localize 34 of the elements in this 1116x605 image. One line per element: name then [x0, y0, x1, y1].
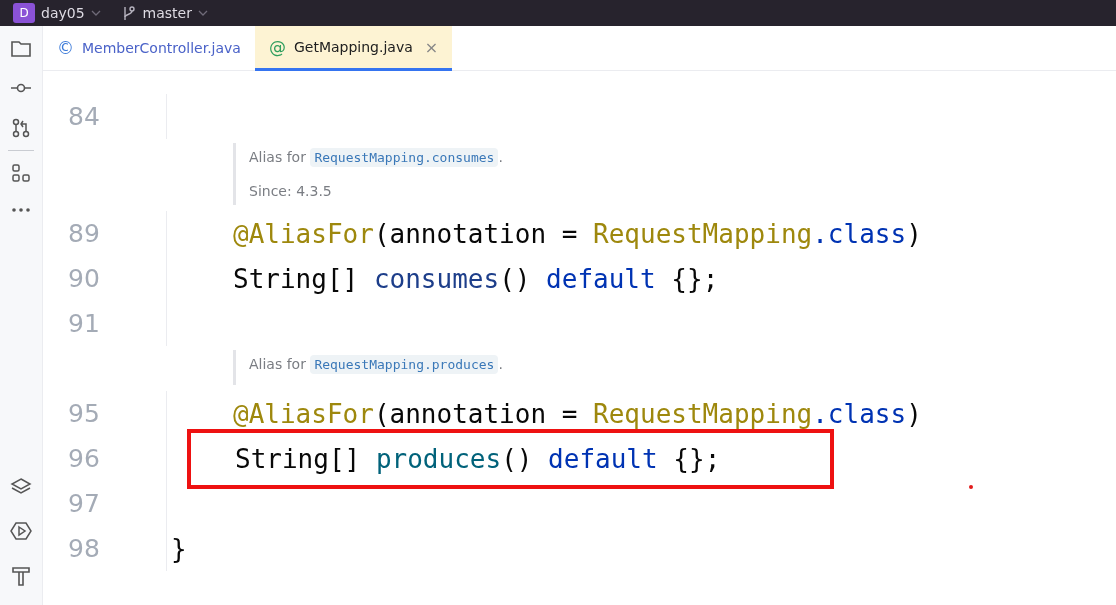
- close-icon[interactable]: ×: [424, 37, 439, 57]
- file-tab[interactable]: @ GetMapping.java ×: [254, 26, 453, 71]
- line-number: 97: [43, 481, 167, 526]
- line-number: 98: [43, 526, 167, 571]
- chevron-icon[interactable]: [197, 9, 208, 17]
- code-link[interactable]: RequestMapping.consumes: [310, 148, 499, 167]
- doc-text: Alias for RequestMapping.produces .: [249, 356, 503, 372]
- hammer-icon[interactable]: [11, 565, 31, 587]
- structure-icon[interactable]: [11, 163, 31, 183]
- line-number: 89: [43, 211, 167, 256]
- commit-icon[interactable]: [10, 82, 32, 94]
- code-line: }: [171, 533, 187, 564]
- code-line: String[] consumes() default {};: [233, 263, 719, 294]
- branch-name[interactable]: master: [142, 5, 192, 21]
- layers-icon[interactable]: [10, 477, 32, 497]
- pull-request-icon[interactable]: [11, 118, 31, 138]
- since-text: Since: 4.3.5: [249, 183, 333, 199]
- line-number: 95: [43, 391, 167, 436]
- project-name[interactable]: day05: [41, 5, 85, 21]
- line-number: 91: [43, 301, 167, 346]
- line-number: 90: [43, 256, 167, 301]
- chevron-icon[interactable]: [90, 9, 101, 17]
- project-badge[interactable]: D: [13, 3, 35, 23]
- run-icon[interactable]: [10, 521, 32, 541]
- code-line: @AliasFor(annotation = RequestMapping.class): [233, 218, 922, 249]
- line-number: 96: [43, 436, 167, 481]
- pointer-dot: [969, 485, 973, 489]
- more-icon[interactable]: [11, 207, 31, 213]
- line-number: 84: [43, 94, 167, 139]
- code-line: @AliasFor(annotation = RequestMapping.class): [233, 398, 922, 429]
- folder-icon[interactable]: [10, 40, 32, 58]
- doc-text: Alias for RequestMapping.consumes .: [249, 149, 503, 165]
- file-tab[interactable]: © MemberController.java: [43, 26, 255, 70]
- code-link[interactable]: RequestMapping.produces: [310, 355, 499, 374]
